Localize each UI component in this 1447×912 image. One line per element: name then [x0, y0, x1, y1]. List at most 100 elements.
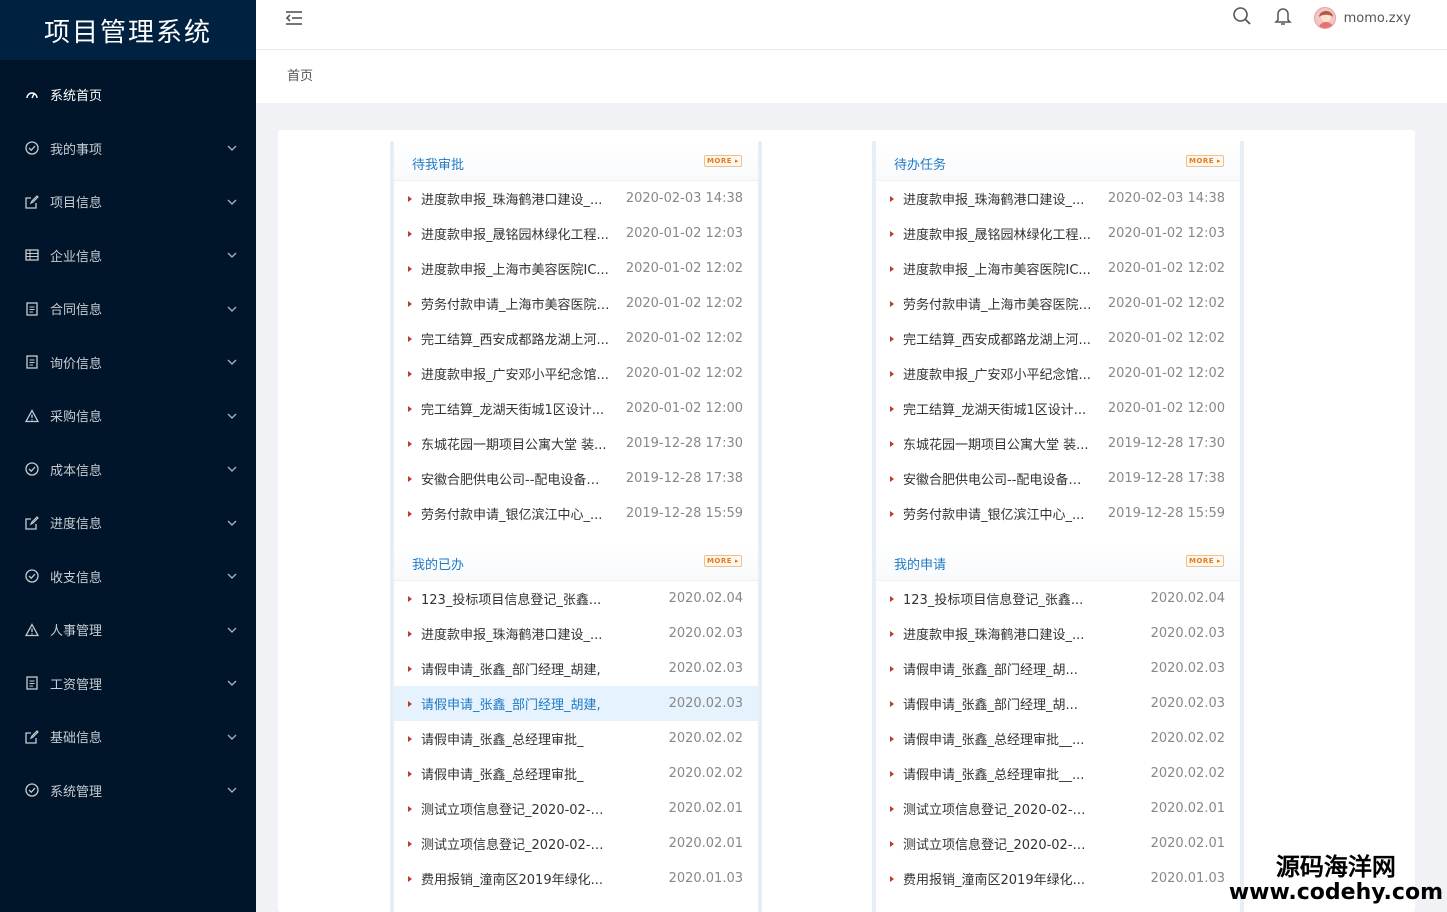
list-item-title[interactable]: 请假申请_张鑫_总经理审批__...: [903, 764, 1093, 783]
list-item-title[interactable]: 完工结算_龙湖天街城1区设计...: [421, 399, 611, 418]
list-item[interactable]: 请假申请_张鑫_部门经理_胡建, 2020.02.03: [394, 686, 758, 721]
list-item-title[interactable]: 进度款申报_广安邓小平纪念馆...: [903, 364, 1093, 383]
list-item[interactable]: 费用报销_潼南区2019年绿化... 2020.01.03: [394, 861, 758, 896]
sidebar-item[interactable]: 收支信息: [0, 550, 256, 604]
more-button[interactable]: MORE ▸: [703, 555, 742, 567]
list-item[interactable]: 进度款申报_珠海鹤港口建设_... 2020-02-03 14:38: [394, 181, 758, 216]
sidebar-item[interactable]: 人事管理: [0, 603, 256, 657]
list-item-title[interactable]: 请假申请_张鑫_总经理审批__...: [903, 729, 1093, 748]
list-item[interactable]: 东城花园一期项目公寓大堂 装... 2019-12-28 17:30: [394, 426, 758, 461]
list-item-title[interactable]: 劳务付款申请_银亿滨江中心_...: [903, 504, 1093, 523]
more-button[interactable]: MORE ▸: [1185, 155, 1224, 167]
list-item-title[interactable]: 请假申请_张鑫_部门经理_胡建,: [421, 659, 611, 678]
list-item-title[interactable]: 进度款申报_晟铭园林绿化工程...: [421, 224, 611, 243]
list-item-title[interactable]: 完工结算_龙湖天街城1区设计...: [903, 399, 1093, 418]
list-item-title[interactable]: 费用报销_潼南区2019年绿化...: [421, 869, 611, 888]
list-item[interactable]: 请假申请_张鑫_总经理审批_ 2020.02.02: [394, 721, 758, 756]
list-item-title[interactable]: 123_投标项目信息登记_张鑫...: [903, 589, 1093, 608]
list-item-title[interactable]: 劳务付款申请_上海市美容医院I...: [421, 294, 611, 313]
list-item-title[interactable]: 测试立项信息登记_2020-02-0...: [903, 799, 1093, 818]
list-item[interactable]: 请假申请_张鑫_部门经理_胡... 2020.02.03: [876, 686, 1240, 721]
list-item-title[interactable]: 请假申请_张鑫_部门经理_胡...: [903, 659, 1093, 678]
list-item[interactable]: 123_投标项目信息登记_张鑫... 2020.02.04: [394, 581, 758, 616]
list-item[interactable]: 安徽合肥供电公司--配电设备检... 2019-12-28 17:38: [876, 461, 1240, 496]
sidebar-item[interactable]: 成本信息: [0, 443, 256, 497]
list-item-title[interactable]: 进度款申报_珠海鹤港口建设_...: [903, 624, 1093, 643]
list-item-title[interactable]: 进度款申报_珠海鹤港口建设_...: [421, 189, 611, 208]
sidebar-item[interactable]: 系统首页: [0, 68, 256, 122]
menu-collapse-icon[interactable]: [284, 10, 304, 26]
more-button[interactable]: MORE ▸: [1185, 555, 1224, 567]
list-item[interactable]: 进度款申报_广安邓小平纪念馆... 2020-01-02 12:02: [394, 356, 758, 391]
list-item-title[interactable]: 进度款申报_珠海鹤港口建设_...: [903, 189, 1093, 208]
list-item[interactable]: 劳务付款申请_银亿滨江中心_... 2019-12-28 15:59: [876, 496, 1240, 531]
list-item[interactable]: 进度款申报_晟铭园林绿化工程... 2020-01-02 12:03: [876, 216, 1240, 251]
list-item-title[interactable]: 请假申请_张鑫_总经理审批_: [421, 764, 611, 783]
list-item[interactable]: 请假申请_张鑫_部门经理_胡... 2020.02.03: [876, 651, 1240, 686]
sidebar-item[interactable]: 系统管理: [0, 764, 256, 818]
list-item[interactable]: 完工结算_龙湖天街城1区设计... 2020-01-02 12:00: [876, 391, 1240, 426]
list-item-title[interactable]: 完工结算_西安成都路龙湖上河...: [421, 329, 611, 348]
bell-icon[interactable]: [1273, 6, 1292, 30]
list-item[interactable]: 劳务付款申请_上海市美容医院I... 2020-01-02 12:02: [394, 286, 758, 321]
list-item[interactable]: 完工结算_西安成都路龙湖上河... 2020-01-02 12:02: [394, 321, 758, 356]
user-menu[interactable]: momo.zxy: [1313, 7, 1411, 29]
search-icon[interactable]: [1232, 6, 1252, 30]
list-item-title[interactable]: 测试立项信息登记_2020-02-0...: [903, 834, 1093, 853]
list-item[interactable]: 请假申请_张鑫_总经理审批_ 2020.02.02: [394, 756, 758, 791]
list-item-title[interactable]: 测试立项信息登记_2020-02-0...: [421, 799, 611, 818]
list-item-title[interactable]: 进度款申报_上海市美容医院IC...: [421, 259, 611, 278]
list-item[interactable]: 完工结算_西安成都路龙湖上河... 2020-01-02 12:02: [876, 321, 1240, 356]
list-item[interactable]: 请假申请_张鑫_部门经理_胡建, 2020.02.03: [394, 651, 758, 686]
list-item-title[interactable]: 东城花园一期项目公寓大堂 装...: [421, 434, 611, 453]
list-item-title[interactable]: 进度款申报_广安邓小平纪念馆...: [421, 364, 611, 383]
list-item[interactable]: 东城花园一期项目公寓大堂 装... 2019-12-28 17:30: [876, 426, 1240, 461]
list-item-title[interactable]: 进度款申报_上海市美容医院IC...: [903, 259, 1093, 278]
list-item-title[interactable]: 123_投标项目信息登记_张鑫...: [421, 589, 611, 608]
sidebar-item[interactable]: 企业信息: [0, 229, 256, 283]
list-item[interactable]: 123_投标项目信息登记_张鑫... 2020.02.04: [876, 581, 1240, 616]
list-item-title[interactable]: 测试立项信息登记_2020-02-0...: [421, 834, 611, 853]
list-item-title[interactable]: 安徽合肥供电公司--配电设备检...: [421, 469, 611, 488]
sidebar-item[interactable]: 进度信息: [0, 496, 256, 550]
list-item-title[interactable]: 请假申请_张鑫_总经理审批_: [421, 729, 611, 748]
list-item[interactable]: 请假申请_张鑫_总经理审批__... 2020.02.02: [876, 721, 1240, 756]
list-item-title[interactable]: 进度款申报_珠海鹤港口建设_...: [421, 624, 611, 643]
sidebar-item[interactable]: 基础信息: [0, 710, 256, 764]
list-item-title[interactable]: 费用报销_潼南区2019年绿化...: [903, 869, 1093, 888]
list-item-title[interactable]: 劳务付款申请_银亿滨江中心_...: [421, 504, 611, 523]
list-item[interactable]: 进度款申报_上海市美容医院IC... 2020-01-02 12:02: [876, 251, 1240, 286]
sidebar-item[interactable]: 询价信息: [0, 336, 256, 390]
list-item[interactable]: 进度款申报_珠海鹤港口建设_... 2020.02.03: [876, 616, 1240, 651]
list-item[interactable]: 费用报销_潼南区2019年绿化... 2020.01.03: [876, 861, 1240, 896]
list-item[interactable]: 测试立项信息登记_2020-02-0... 2020.02.01: [394, 791, 758, 826]
list-item[interactable]: 进度款申报_珠海鹤港口建设_... 2020.02.03: [394, 616, 758, 651]
list-item-date: 2020-02-03 14:38: [1107, 191, 1225, 206]
list-item-title[interactable]: 进度款申报_晟铭园林绿化工程...: [903, 224, 1093, 243]
list-item-title[interactable]: 完工结算_西安成都路龙湖上河...: [903, 329, 1093, 348]
list-item[interactable]: 请假申请_张鑫_总经理审批__... 2020.02.02: [876, 756, 1240, 791]
list-item-title[interactable]: 劳务付款申请_上海市美容医院I...: [903, 294, 1093, 313]
sidebar-item[interactable]: 工资管理: [0, 657, 256, 711]
sidebar-item[interactable]: 合同信息: [0, 282, 256, 336]
list-item[interactable]: 进度款申报_上海市美容医院IC... 2020-01-02 12:02: [394, 251, 758, 286]
sidebar-item[interactable]: 项目信息: [0, 175, 256, 229]
list-item[interactable]: 进度款申报_晟铭园林绿化工程... 2020-01-02 12:03: [394, 216, 758, 251]
list-item[interactable]: 测试立项信息登记_2020-02-0... 2020.02.01: [876, 791, 1240, 826]
list-item-title[interactable]: 安徽合肥供电公司--配电设备检...: [903, 469, 1093, 488]
list-item-title[interactable]: 请假申请_张鑫_部门经理_胡建,: [421, 694, 611, 713]
list-item-title[interactable]: 请假申请_张鑫_部门经理_胡...: [903, 694, 1093, 713]
list-item[interactable]: 劳务付款申请_上海市美容医院I... 2020-01-02 12:02: [876, 286, 1240, 321]
list-item[interactable]: 劳务付款申请_银亿滨江中心_... 2019-12-28 15:59: [394, 496, 758, 531]
list-item[interactable]: 完工结算_龙湖天街城1区设计... 2020-01-02 12:00: [394, 391, 758, 426]
breadcrumb-home[interactable]: 首页: [287, 69, 313, 84]
more-button[interactable]: MORE ▸: [703, 155, 742, 167]
list-item-title[interactable]: 东城花园一期项目公寓大堂 装...: [903, 434, 1093, 453]
list-item[interactable]: 进度款申报_珠海鹤港口建设_... 2020-02-03 14:38: [876, 181, 1240, 216]
list-item[interactable]: 测试立项信息登记_2020-02-0... 2020.02.01: [876, 826, 1240, 861]
list-item[interactable]: 进度款申报_广安邓小平纪念馆... 2020-01-02 12:02: [876, 356, 1240, 391]
sidebar-item[interactable]: 我的事项: [0, 122, 256, 176]
list-item[interactable]: 安徽合肥供电公司--配电设备检... 2019-12-28 17:38: [394, 461, 758, 496]
sidebar-item[interactable]: 采购信息: [0, 389, 256, 443]
list-item[interactable]: 测试立项信息登记_2020-02-0... 2020.02.01: [394, 826, 758, 861]
